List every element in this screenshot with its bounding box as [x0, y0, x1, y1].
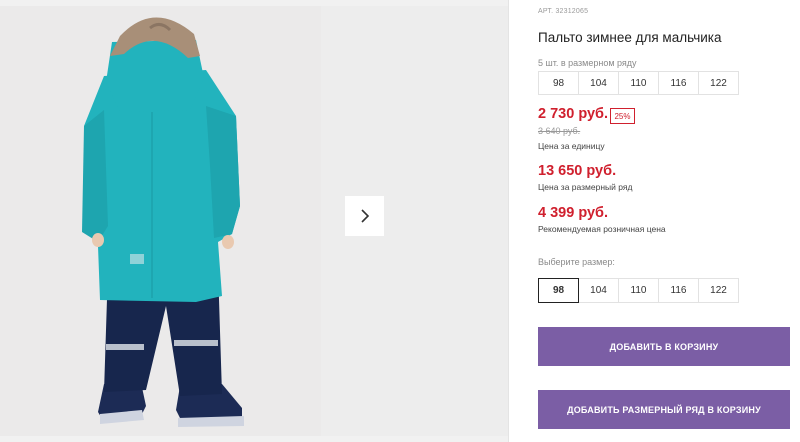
- size-option-110[interactable]: 110: [618, 278, 659, 303]
- chevron-right-icon: [360, 209, 369, 223]
- pack-size-110: 110: [618, 71, 659, 95]
- pack-note: 5 шт. в размерном ряду: [538, 58, 637, 68]
- product-info-panel: АРТ. 32312065 Пальто зимнее для мальчика…: [538, 0, 800, 442]
- pack-size-104: 104: [578, 71, 619, 95]
- size-option-104[interactable]: 104: [578, 278, 619, 303]
- article-value: 32312065: [555, 8, 589, 15]
- add-to-cart-button[interactable]: ДОБАВИТЬ В КОРЗИНУ: [538, 327, 790, 366]
- old-price: 3 640 руб.: [538, 126, 581, 136]
- size-selector: 98 104 110 116 122: [538, 278, 739, 303]
- add-pack-to-cart-button[interactable]: ДОБАВИТЬ РАЗМЕРНЫЙ РЯД В КОРЗИНУ: [538, 390, 790, 429]
- pack-size-row: 98 104 110 116 122: [538, 71, 739, 95]
- pack-size-122: 122: [698, 71, 739, 95]
- product-gallery: [0, 0, 508, 442]
- size-option-116[interactable]: 116: [658, 278, 699, 303]
- product-title: Пальто зимнее для мальчика: [538, 30, 722, 45]
- pack-price-caption: Цена за размерный ряд: [538, 182, 633, 192]
- product-photo: [0, 6, 321, 436]
- pack-size-116: 116: [658, 71, 699, 95]
- size-option-98[interactable]: 98: [538, 278, 579, 303]
- boy-in-winter-coat-image: [82, 17, 244, 427]
- pack-size-98: 98: [538, 71, 579, 95]
- unit-price: 2 730 руб.: [538, 106, 609, 122]
- choose-size-label: Выберите размер:: [538, 257, 615, 267]
- article-number: АРТ. 32312065: [538, 8, 588, 15]
- unit-price-caption: Цена за единицу: [538, 141, 605, 151]
- article-label: АРТ.: [538, 8, 554, 15]
- retail-price: 4 399 руб.: [538, 205, 609, 221]
- retail-price-caption: Рекомендуемая розничная цена: [538, 224, 666, 234]
- pack-price: 13 650 руб.: [538, 163, 617, 179]
- size-option-122[interactable]: 122: [698, 278, 739, 303]
- vertical-divider: [508, 0, 509, 442]
- next-photo-button[interactable]: [345, 196, 384, 236]
- discount-badge: 25%: [610, 108, 635, 124]
